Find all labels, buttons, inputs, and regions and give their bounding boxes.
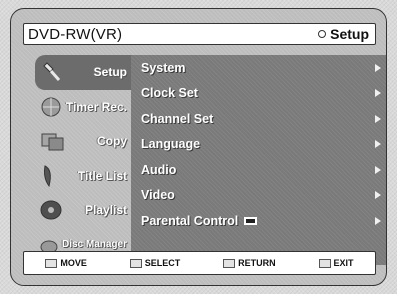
- sidebar-item-label: Playlist: [84, 203, 127, 218]
- select-key-icon: [129, 258, 142, 268]
- arrow-right-icon: [375, 89, 381, 98]
- sidebar-item-playlist[interactable]: Playlist: [35, 193, 131, 228]
- menu-item-label: Audio: [141, 162, 177, 177]
- sidebar-item-label: Setup: [93, 65, 127, 80]
- title-bar: DVD-RW(VR) Setup: [23, 23, 376, 45]
- sidebar-item-label: Timer Rec.: [65, 99, 127, 114]
- key-guide-move: MOVE: [45, 258, 87, 268]
- menu-item-label: Clock Set: [141, 86, 198, 101]
- arrow-right-icon: [375, 140, 381, 149]
- setup-screen: DVD-RW(VR) Setup Setup Timer Rec. Copy T…: [10, 8, 387, 286]
- menu-item-channel-set[interactable]: Channel Set: [131, 106, 386, 132]
- list-icon: [44, 164, 51, 187]
- sidebar-item-timer-rec[interactable]: Timer Rec.: [35, 90, 131, 125]
- setup-menu: System Clock Set Channel Set Language Au…: [131, 55, 386, 265]
- menu-item-label: Video: [141, 188, 175, 203]
- section-indicator: Setup: [318, 26, 369, 42]
- section-label: Setup: [330, 26, 369, 42]
- key-guide-return: RETURN: [223, 258, 276, 268]
- disc-mode-label: DVD-RW(VR): [28, 25, 123, 43]
- arrow-right-icon: [375, 63, 381, 72]
- wrench-icon: [43, 62, 61, 82]
- menu-item-parental-control[interactable]: Parental Control: [131, 208, 386, 234]
- sidebar-item-title-list[interactable]: Title List: [35, 159, 131, 194]
- return-key-icon: [223, 258, 236, 268]
- lock-icon: [244, 217, 258, 226]
- key-guide-bar: MOVE SELECT RETURN EXIT: [23, 251, 376, 275]
- menu-item-label: Parental Control: [141, 214, 258, 228]
- direction-key-icon: [45, 258, 58, 268]
- menu-item-label: Channel Set: [141, 111, 214, 126]
- menu-item-language[interactable]: Language: [131, 132, 386, 158]
- arrow-right-icon: [375, 216, 381, 225]
- exit-key-icon: [318, 258, 331, 268]
- sidebar-item-label: Title List: [77, 168, 127, 183]
- key-guide-exit: EXIT: [318, 258, 354, 268]
- menu-item-audio[interactable]: Audio: [131, 157, 386, 183]
- menu-item-label: Language: [141, 137, 201, 152]
- globe-icon: [41, 97, 61, 117]
- sidebar-item-label: Copy: [97, 134, 127, 149]
- menu-item-video[interactable]: Video: [131, 183, 386, 209]
- sidebar-item-copy[interactable]: Copy: [35, 124, 131, 159]
- disc-icon: [40, 200, 62, 220]
- key-guide-select: SELECT: [129, 258, 180, 268]
- arrow-right-icon: [375, 114, 381, 123]
- sidebar: Setup Timer Rec. Copy Title List Playlis…: [35, 55, 141, 262]
- circle-icon: [318, 30, 327, 38]
- menu-item-label: System: [141, 60, 186, 75]
- menu-item-clock-set[interactable]: Clock Set: [131, 81, 386, 107]
- arrow-right-icon: [375, 165, 381, 174]
- menu-item-system[interactable]: System: [131, 55, 386, 81]
- arrow-right-icon: [375, 191, 381, 200]
- copy-icon: [41, 133, 64, 151]
- sidebar-item-setup[interactable]: Setup: [35, 55, 141, 90]
- sidebar-item-label: Disc Manager: [61, 239, 127, 251]
